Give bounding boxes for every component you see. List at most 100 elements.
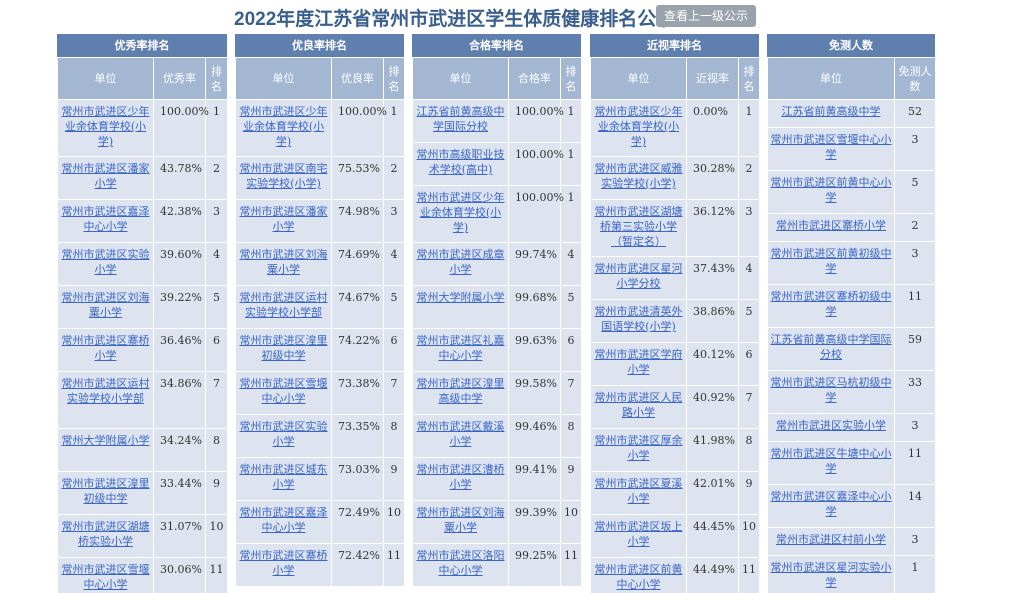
value-cell: 99.41% [508, 457, 561, 501]
table-row: 常州市武进区少年业余体育学校(小学) 0.00% 1 [590, 99, 759, 157]
school-link[interactable]: 常州市武进区寨桥小学 [776, 219, 886, 232]
school-link[interactable]: 常州市武进区学府小学 [595, 348, 683, 376]
table-row: 常州市武进区寨桥小学 36.46% 6 [57, 328, 227, 372]
school-link[interactable]: 常州市武进区实验小学 [62, 248, 150, 276]
value-cell: 44.45% [686, 514, 739, 558]
school-link[interactable]: 常州市武进区雪堰中心小学 [240, 377, 328, 405]
school-link[interactable]: 常州市武进区少年业余体育学校(小学) [595, 105, 683, 148]
school-link[interactable]: 常州市武进区潘家小学 [240, 205, 328, 233]
school-link[interactable]: 常州市武进区湖塘桥实验小学 [62, 520, 150, 548]
table-row: 常州市武进区运村实验学校小学部 74.67% 5 [235, 285, 404, 329]
school-link[interactable]: 常州市武进区牛塘中心小学 [771, 447, 892, 475]
table-row: 常州市武进区刘海粟小学 74.69% 4 [235, 242, 404, 286]
school-link[interactable]: 常州市武进区嘉泽中心小学 [240, 506, 328, 534]
school-link[interactable]: 常州市武进区南宅实验学校(小学) [240, 162, 328, 190]
school-link[interactable]: 常州市武进区雪堰中心小学 [771, 133, 892, 161]
school-link[interactable]: 常州市武进区威雅实验学校(小学) [595, 162, 683, 190]
table-row: 常州市武进区星河实验小学 1 [767, 555, 935, 593]
rank-cell: 6 [383, 328, 404, 372]
school-link[interactable]: 常州大学附属小学 [417, 291, 505, 304]
value-cell: 99.25% [508, 543, 561, 587]
rank-cell: 9 [738, 471, 759, 515]
panel-myopia: 近视率排名 单位 近视率 排名 常州市武进区少年业余体育学校(小学) 0.00% 1 常州市武… [590, 34, 759, 593]
school-link[interactable]: 常州市武进区前黄中心小学 [595, 563, 683, 591]
school-link[interactable]: 常州市武进区潘家小学 [62, 162, 150, 190]
school-link[interactable]: 江苏省前黄高级中学国际分校 [771, 333, 892, 361]
school-link[interactable]: 常州市武进区刘海粟小学 [240, 248, 328, 276]
school-link[interactable]: 常州市武进区湟里初级中学 [62, 477, 150, 505]
school-link[interactable]: 常州市武进区寨桥初级中学 [771, 290, 892, 318]
value-cell: 37.43% [686, 256, 739, 300]
school-link[interactable]: 常州市武进区刘海粟小学 [417, 506, 505, 534]
school-link[interactable]: 常州市武进区运村实验学校小学部 [62, 377, 150, 405]
ranking-table: 单位 优良率 排名 常州市武进区少年业余体育学校(小学) 100.00% 1 常州市武进区南… [235, 57, 404, 587]
school-link[interactable]: 常州市武进区刘海粟小学 [62, 291, 150, 319]
school-link[interactable]: 常州市武进区实验小学 [776, 419, 886, 432]
school-link[interactable]: 常州市武进区前黄初级中学 [771, 247, 892, 275]
table-row: 常州市武进区雪堰中心小学 73.38% 7 [235, 371, 404, 415]
table-row: 常州市高级职业技术学校(高中) 100.00% 1 [412, 142, 581, 186]
school-link[interactable]: 常州市武进区成章小学 [417, 248, 505, 276]
table-header-row: 单位 优秀率 排名 [57, 57, 227, 100]
school-link[interactable]: 常州市武进区星河实验小学 [771, 561, 892, 589]
school-link[interactable]: 常州市武进区村前小学 [776, 533, 886, 546]
school-link[interactable]: 常州市武进区城东小学 [240, 463, 328, 491]
value-cell: 30.06% [153, 557, 206, 593]
school-link[interactable]: 江苏省前黄高级中学国际分校 [417, 105, 505, 133]
school-link[interactable]: 常州市武进区雪堰中心小学 [62, 563, 150, 591]
panel-excellent: 优秀率排名 单位 优秀率 排名 常州市武进区少年业余体育学校(小学) 100.00% 1 常州… [57, 34, 227, 593]
school-link[interactable]: 常州市武进区湟里高级中学 [417, 377, 505, 405]
rank-cell: 9 [560, 457, 581, 501]
school-link[interactable]: 常州市武进清英外国语学校(小学) [595, 305, 683, 333]
column-header: 优良率 [331, 57, 384, 100]
school-link[interactable]: 常州市武进区星河小学分校 [595, 262, 683, 290]
column-header: 单位 [57, 57, 154, 100]
rank-cell: 3 [205, 199, 227, 243]
unit-cell: 江苏省前黄高级中学国际分校 [412, 99, 509, 143]
unit-cell: 常州市武进区湖塘桥实验小学 [57, 514, 154, 558]
school-link[interactable]: 常州市武进区人民路小学 [595, 391, 683, 419]
unit-cell: 常州市武进区实验小学 [235, 414, 332, 458]
school-link[interactable]: 常州市武进区坂上小学 [595, 520, 683, 548]
school-link[interactable]: 常州市武进区少年业余体育学校(小学) [62, 105, 150, 148]
school-link[interactable]: 常州市武进区前黄中心小学 [771, 176, 892, 204]
table-row: 常州市武进区雪堰中心小学 3 [767, 127, 935, 171]
school-link[interactable]: 常州市武进区厚余小学 [595, 434, 683, 462]
school-link[interactable]: 常州市武进区嘉泽中心小学 [62, 205, 150, 233]
value-cell: 74.69% [331, 242, 384, 286]
view-previous-level-button[interactable]: 查看上一级公示 [656, 5, 756, 27]
school-link[interactable]: 常州市武进区湟里初级中学 [240, 334, 328, 362]
school-link[interactable]: 常州市武进区礼嘉中心小学 [417, 334, 505, 362]
unit-cell: 常州市高级职业技术学校(高中) [412, 142, 509, 186]
rank-cell: 6 [560, 328, 581, 372]
unit-cell: 常州市武进清英外国语学校(小学) [590, 299, 687, 343]
rank-cell: 4 [560, 242, 581, 286]
school-link[interactable]: 常州市武进区湖塘桥第三实验小学（暂定名） [595, 205, 683, 248]
school-link[interactable]: 江苏省前黄高级中学 [782, 105, 881, 118]
school-link[interactable]: 常州市武进区夏溪小学 [595, 477, 683, 505]
unit-cell: 常州市武进区嘉泽中心小学 [235, 500, 332, 544]
rank-cell: 11 [560, 543, 581, 587]
school-link[interactable]: 常州市武进区运村实验学校小学部 [240, 291, 328, 319]
table-row: 常州市武进区湟里初级中学 74.22% 6 [235, 328, 404, 372]
school-link[interactable]: 常州市武进区少年业余体育学校(小学) [417, 191, 505, 234]
value-cell: 5 [894, 170, 935, 214]
school-link[interactable]: 常州市武进区洛阳中心小学 [417, 549, 505, 577]
school-link[interactable]: 常州市武进区马杭初级中学 [771, 376, 892, 404]
ranking-table: 单位 合格率 排名 江苏省前黄高级中学国际分校 100.00% 1 常州市高级职业技术学校(… [412, 57, 581, 587]
unit-cell: 常州市武进区少年业余体育学校(小学) [57, 99, 154, 157]
school-link[interactable]: 常州市武进区漕桥小学 [417, 463, 505, 491]
title-bar: 2022年度江苏省常州市武进区学生体质健康排名公示 查看上一级公示 [0, 0, 1024, 34]
school-link[interactable]: 常州市武进区嘉泽中心小学 [771, 490, 892, 518]
school-link[interactable]: 常州市武进区戴溪小学 [417, 420, 505, 448]
value-cell: 99.68% [508, 285, 561, 329]
value-cell: 40.12% [686, 342, 739, 386]
school-link[interactable]: 常州市武进区寨桥小学 [62, 334, 150, 362]
school-link[interactable]: 常州市武进区少年业余体育学校(小学) [240, 105, 328, 148]
school-link[interactable]: 常州市武进区寨桥小学 [240, 549, 328, 577]
school-link[interactable]: 常州市武进区实验小学 [240, 420, 328, 448]
column-header: 合格率 [508, 57, 561, 100]
school-link[interactable]: 常州大学附属小学 [62, 434, 150, 447]
school-link[interactable]: 常州市高级职业技术学校(高中) [417, 148, 505, 176]
table-row: 常州市武进区村前小学 3 [767, 527, 935, 556]
